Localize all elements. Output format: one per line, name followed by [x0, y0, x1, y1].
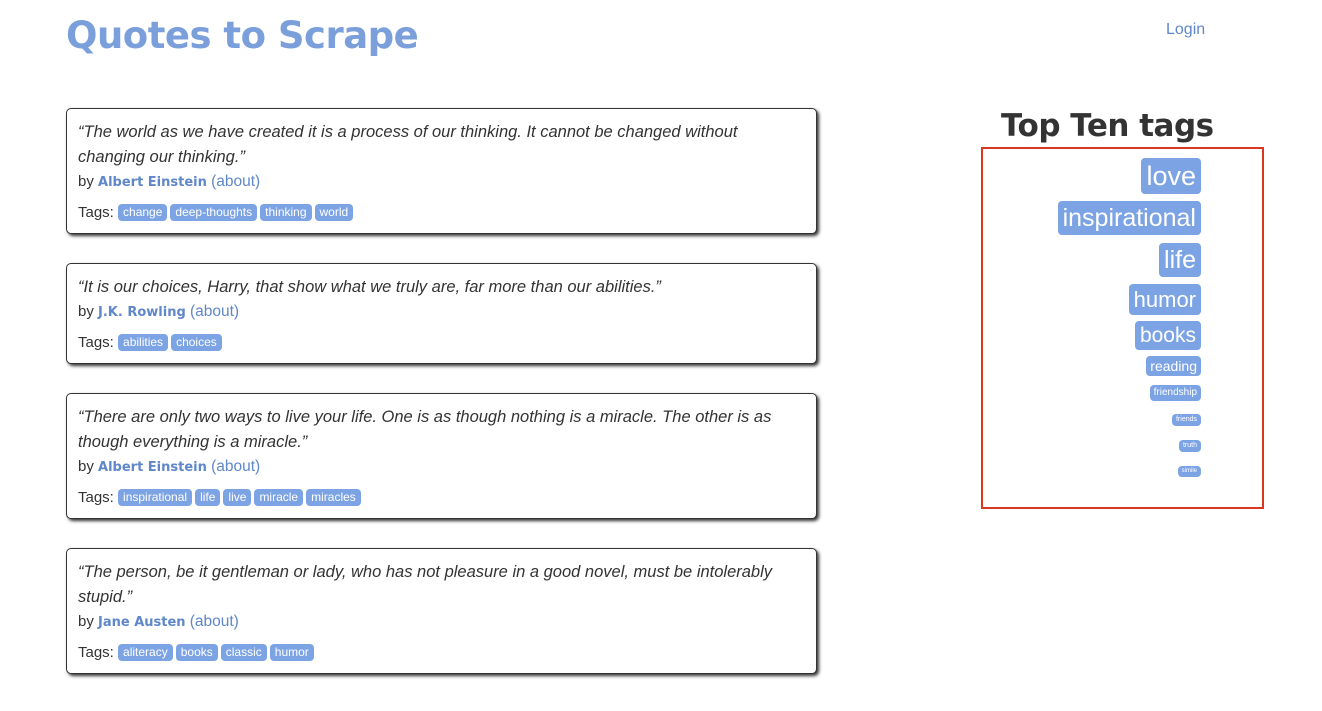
tag-link[interactable]: change: [118, 204, 168, 221]
tag-link[interactable]: books: [175, 644, 218, 661]
by-label: by: [78, 458, 94, 475]
quote-text: “There are only two ways to live your li…: [78, 408, 772, 451]
top-tag-link[interactable]: books: [1134, 321, 1201, 350]
quote-list: “The world as we have created it is a pr…: [66, 108, 818, 703]
tag-link[interactable]: life: [195, 489, 221, 506]
site-title-link[interactable]: Quotes to Scrape: [66, 10, 419, 62]
author-name: Albert Einstein: [98, 460, 207, 475]
quote-card: “The world as we have created it is a pr…: [66, 108, 817, 234]
quote-byline: by J.K. Rowling (about): [78, 301, 806, 324]
quote-tags: Tags: abilities choices: [78, 333, 806, 353]
top-tag-link[interactable]: friendship: [1149, 385, 1201, 401]
tag-link[interactable]: aliteracy: [118, 644, 173, 661]
top-tag-link[interactable]: truth: [1178, 440, 1201, 452]
top-tags-heading: Top Ten tags: [1001, 108, 1214, 144]
tags-label: Tags:: [78, 644, 114, 661]
login-link[interactable]: Login: [1166, 21, 1205, 39]
top-tag-link[interactable]: inspirational: [1057, 201, 1201, 235]
quote-byline: by Albert Einstein (about): [78, 171, 806, 194]
tags-label: Tags:: [78, 204, 114, 221]
author-name: J.K. Rowling: [98, 305, 186, 320]
top-tag-link[interactable]: love: [1141, 158, 1201, 194]
by-label: by: [78, 303, 94, 320]
quote-text: “The person, be it gentleman or lady, wh…: [78, 563, 773, 606]
quote-text: “It is our choices, Harry, that show wha…: [78, 278, 661, 296]
tag-link[interactable]: humor: [269, 644, 314, 661]
quote-tags: Tags: aliteracy books classic humor: [78, 643, 806, 663]
top-tag-link[interactable]: reading: [1146, 356, 1201, 376]
tags-label: Tags:: [78, 334, 114, 351]
author-name: Jane Austen: [98, 615, 186, 630]
tag-link[interactable]: deep-thoughts: [170, 204, 258, 221]
quote-tags: Tags: inspirational life live miracle miracl…: [78, 488, 806, 508]
author-about-link[interactable]: (about): [190, 613, 239, 630]
quote-card: “There are only two ways to live your li…: [66, 393, 817, 519]
tag-link[interactable]: inspirational: [118, 489, 193, 506]
top-tag-link[interactable]: humor: [1128, 284, 1201, 315]
author-about-link[interactable]: (about): [190, 303, 239, 320]
author-name: Albert Einstein: [98, 175, 207, 190]
quote-card: “The person, be it gentleman or lady, wh…: [66, 548, 817, 674]
tags-label: Tags:: [78, 489, 114, 506]
quote-tags: Tags: change deep-thoughts thinking world: [78, 203, 806, 223]
tag-link[interactable]: live: [223, 489, 252, 506]
tag-link[interactable]: choices: [171, 334, 222, 351]
top-tag-link[interactable]: simile: [1177, 466, 1201, 477]
tag-link[interactable]: miracles: [306, 489, 361, 506]
author-about-link[interactable]: (about): [211, 173, 260, 190]
by-label: by: [78, 613, 94, 630]
top-tag-link[interactable]: friends: [1171, 414, 1201, 426]
tag-link[interactable]: classic: [220, 644, 267, 661]
quote-byline: by Jane Austen (about): [78, 611, 806, 634]
tag-link[interactable]: abilities: [118, 334, 169, 351]
top-tag-link[interactable]: life: [1159, 243, 1201, 277]
tag-link[interactable]: thinking: [260, 204, 312, 221]
quote-byline: by Albert Einstein (about): [78, 456, 806, 479]
page: Quotes to Scrape Login “The world as we …: [0, 0, 1322, 711]
quote-card: “It is our choices, Harry, that show wha…: [66, 263, 817, 364]
by-label: by: [78, 173, 94, 190]
quote-text: “The world as we have created it is a pr…: [78, 123, 738, 166]
author-about-link[interactable]: (about): [211, 458, 260, 475]
tag-link[interactable]: world: [314, 204, 354, 221]
tag-link[interactable]: miracle: [254, 489, 304, 506]
